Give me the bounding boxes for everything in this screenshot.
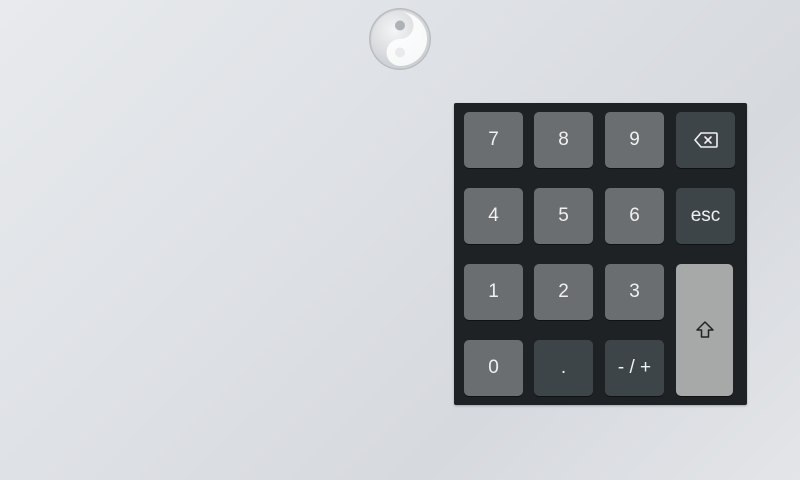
key-6[interactable]: 6 <box>605 188 664 244</box>
key-5[interactable]: 5 <box>534 188 593 244</box>
app-logo <box>367 6 433 72</box>
key-7[interactable]: 7 <box>464 112 523 168</box>
key-2[interactable]: 2 <box>534 264 593 320</box>
key-1[interactable]: 1 <box>464 264 523 320</box>
backspace-icon <box>693 132 718 148</box>
key-8[interactable]: 8 <box>534 112 593 168</box>
shift-key[interactable] <box>676 264 733 396</box>
numeric-keypad: 7 8 9 4 5 6 esc 1 2 3 0 . - / + <box>454 103 747 405</box>
shift-arrow-icon <box>695 321 714 338</box>
key-9[interactable]: 9 <box>605 112 664 168</box>
decimal-point-key[interactable]: . <box>534 340 593 396</box>
esc-key[interactable]: esc <box>676 188 735 244</box>
key-0[interactable]: 0 <box>464 340 523 396</box>
key-4[interactable]: 4 <box>464 188 523 244</box>
backspace-key[interactable] <box>676 112 735 168</box>
key-3[interactable]: 3 <box>605 264 664 320</box>
yin-yang-logo-icon <box>369 8 431 70</box>
sign-toggle-key[interactable]: - / + <box>605 340 664 396</box>
